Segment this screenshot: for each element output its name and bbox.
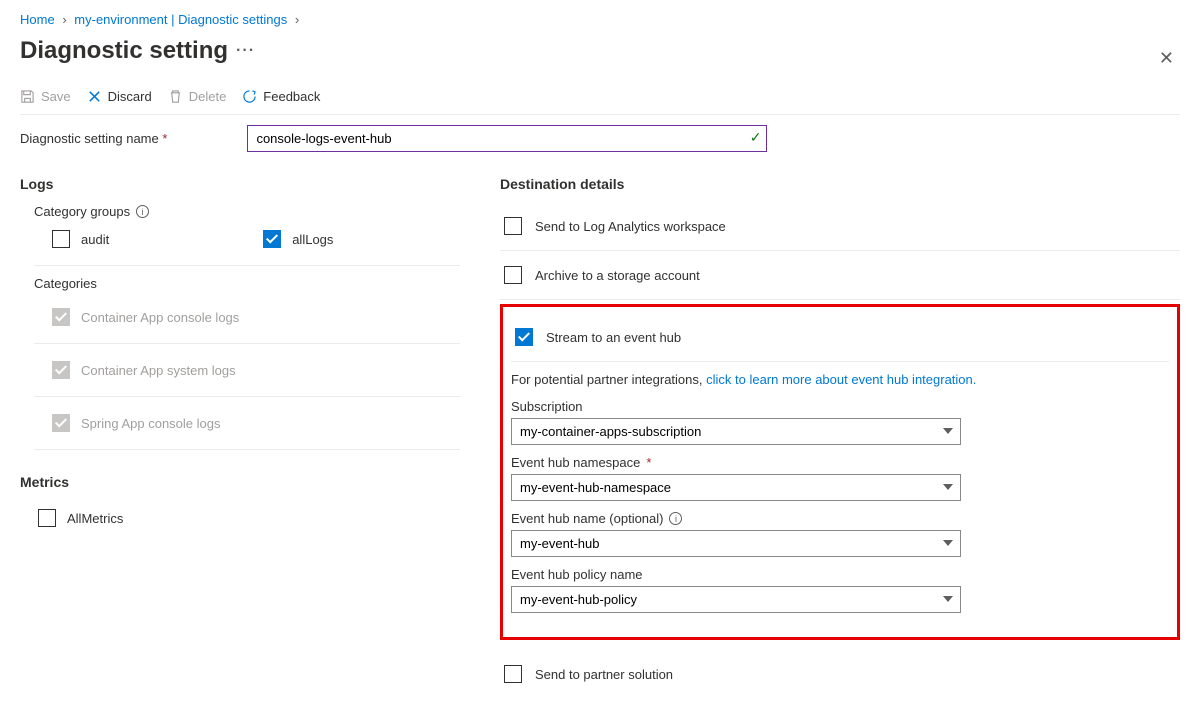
eventhub-highlight: Stream to an event hub For potential par…: [500, 304, 1180, 640]
eventhub-note: For potential partner integrations, clic…: [511, 372, 1169, 387]
valid-check-icon: ✓: [750, 129, 762, 146]
cat-console-checkbox: [52, 308, 70, 326]
hubname-select[interactable]: my-event-hub: [511, 530, 961, 557]
delete-button[interactable]: Delete: [168, 89, 227, 104]
categories-label: Categories: [20, 274, 460, 299]
setting-name-label: Diagnostic setting name *: [20, 131, 167, 146]
alllogs-checkbox[interactable]: [263, 230, 281, 248]
save-button[interactable]: Save: [20, 89, 71, 104]
feedback-icon: [242, 89, 257, 104]
cat-spring-checkbox: [52, 414, 70, 432]
audit-label: audit: [81, 232, 109, 247]
chevron-right-icon: ›: [295, 12, 299, 27]
close-button[interactable]: ✕: [1153, 42, 1180, 75]
page-title: Diagnostic setting ···: [20, 37, 255, 65]
allmetrics-row[interactable]: AllMetrics: [20, 500, 460, 536]
allmetrics-checkbox[interactable]: [38, 509, 56, 527]
dest-partner-row[interactable]: Send to partner solution: [500, 658, 1180, 690]
dest-eventhub-row[interactable]: Stream to an event hub: [511, 321, 1169, 353]
subscription-select[interactable]: my-container-apps-subscription: [511, 418, 961, 445]
info-icon[interactable]: i: [669, 512, 682, 525]
allmetrics-label: AllMetrics: [67, 511, 123, 526]
hubname-label: Event hub name (optional) i: [511, 511, 1169, 526]
subscription-label: Subscription: [511, 399, 1169, 414]
breadcrumb-home[interactable]: Home: [20, 12, 55, 27]
policy-label: Event hub policy name: [511, 567, 1169, 582]
discard-button[interactable]: Discard: [87, 89, 152, 104]
setting-name-input[interactable]: [247, 125, 767, 152]
dest-partner-checkbox[interactable]: [504, 665, 522, 683]
dest-storage-row[interactable]: Archive to a storage account: [500, 259, 1180, 291]
cat-system-logs: Container App system logs: [20, 352, 460, 388]
toolbar: Save Discard Delete Feedback: [20, 83, 1180, 115]
more-icon[interactable]: ···: [236, 42, 255, 60]
trash-icon: [168, 89, 183, 104]
dest-law-checkbox[interactable]: [504, 217, 522, 235]
alllogs-label: allLogs: [292, 232, 333, 247]
metrics-heading: Metrics: [20, 474, 460, 490]
dest-eventhub-checkbox[interactable]: [515, 328, 533, 346]
cat-spring-logs: Spring App console logs: [20, 405, 460, 441]
category-groups-label: Category groups i: [20, 202, 460, 227]
namespace-select[interactable]: my-event-hub-namespace: [511, 474, 961, 501]
breadcrumb: Home › my-environment | Diagnostic setti…: [20, 12, 1180, 27]
audit-checkbox-row[interactable]: audit: [48, 227, 109, 251]
dest-law-row[interactable]: Send to Log Analytics workspace: [500, 210, 1180, 242]
cat-system-checkbox: [52, 361, 70, 379]
info-icon[interactable]: i: [136, 205, 149, 218]
audit-checkbox[interactable]: [52, 230, 70, 248]
alllogs-checkbox-row[interactable]: allLogs: [259, 227, 333, 251]
dest-storage-checkbox[interactable]: [504, 266, 522, 284]
policy-select[interactable]: my-event-hub-policy: [511, 586, 961, 613]
chevron-right-icon: ›: [62, 12, 66, 27]
destination-heading: Destination details: [500, 176, 1180, 192]
save-icon: [20, 89, 35, 104]
close-icon: [87, 89, 102, 104]
cat-console-logs: Container App console logs: [20, 299, 460, 335]
feedback-button[interactable]: Feedback: [242, 89, 320, 104]
breadcrumb-env[interactable]: my-environment | Diagnostic settings: [74, 12, 287, 27]
eventhub-learn-link[interactable]: click to learn more about event hub inte…: [706, 372, 976, 387]
logs-heading: Logs: [20, 176, 460, 192]
namespace-label: Event hub namespace *: [511, 455, 1169, 470]
